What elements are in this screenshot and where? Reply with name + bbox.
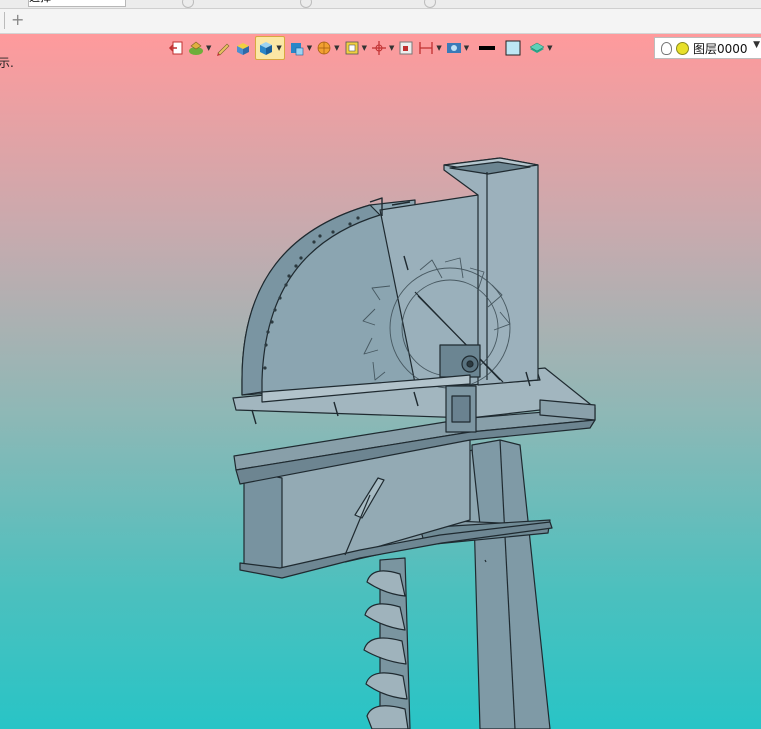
lightbulb-icon[interactable] [661, 41, 672, 55]
chevron-down-icon: ▼ [334, 44, 340, 52]
toolbar-ghost-icon[interactable] [424, 0, 436, 8]
line-color-button[interactable] [479, 37, 496, 59]
shaded-cube-button[interactable]: ▼ [255, 36, 285, 60]
bucket-elevator-model [232, 157, 596, 729]
origin-axes-button[interactable]: ▼ [371, 37, 394, 59]
toolbar-ghost-icon[interactable] [300, 0, 312, 8]
document-tab-bar: + [0, 9, 761, 34]
section-view-button[interactable]: ▼ [316, 37, 340, 59]
fill-color-icon [505, 40, 521, 56]
sketch-button[interactable] [215, 37, 231, 59]
render-mode-icon [189, 41, 203, 55]
shaded-edges-button[interactable] [235, 37, 251, 59]
chevron-down-icon: ▼ [276, 44, 282, 52]
layer-name: 图层0000 [693, 41, 748, 56]
chevron-down-icon: ▼ [361, 44, 367, 52]
view-toolbar: ▼ ▼ ▼ ▼ ▼ ▼ ▼ ▼ ▼ [168, 36, 557, 60]
chevron-down-icon: ▼ [206, 44, 212, 52]
chevron-down-icon: ▼ [306, 44, 313, 52]
command-hint-text: 示. [0, 56, 14, 70]
exit-view-button[interactable] [168, 37, 184, 59]
chevron-down-icon[interactable]: ▼ [753, 40, 760, 50]
pencil-icon [217, 43, 230, 56]
layer-visibility-icon[interactable] [676, 41, 689, 55]
3d-viewport[interactable]: 示. ▼ ▼ ▼ ▼ ▼ ▼ ▼ ▼ ▼ 图层0000 ▼ [0, 34, 761, 729]
frame-button[interactable] [398, 37, 414, 59]
zoom-fit-button[interactable]: ▼ [344, 37, 367, 59]
view-orientation-button[interactable]: ▼ [289, 37, 312, 59]
dimension-button[interactable]: ▼ [418, 37, 442, 59]
fill-color-button[interactable] [505, 37, 521, 59]
line-color-icon [479, 46, 496, 50]
origin-axes-icon [371, 41, 386, 55]
shaded-edges-icon [237, 43, 250, 55]
chevron-down-icon: ▼ [388, 44, 395, 52]
chevron-down-icon: ▼ [463, 44, 470, 52]
display-settings-button[interactable]: ▼ [446, 37, 469, 59]
dimension-icon [419, 42, 433, 54]
section-icon [317, 41, 331, 55]
display-settings-icon [446, 43, 461, 53]
render-mode-button[interactable]: ▼ [188, 37, 211, 59]
layers-button[interactable]: ▼ [529, 37, 553, 59]
new-tab-button[interactable]: + [11, 10, 24, 29]
layers-icon [529, 42, 545, 53]
view-cube-icon [290, 43, 304, 56]
toolbar-ghost-icon[interactable] [182, 0, 194, 8]
frame-icon [399, 41, 413, 55]
selection-filter-field[interactable]: 选择 [28, 0, 126, 7]
zoom-fit-icon [345, 41, 358, 55]
exit-view-icon [168, 41, 183, 55]
tab-edge [0, 12, 5, 29]
shaded-cube-icon [260, 42, 273, 55]
chevron-down-icon: ▼ [547, 44, 553, 52]
layer-dropdown[interactable]: 图层0000 ▼ [654, 37, 761, 59]
chevron-down-icon: ▼ [436, 44, 442, 52]
top-toolbar-strip: 选择 [0, 0, 761, 9]
